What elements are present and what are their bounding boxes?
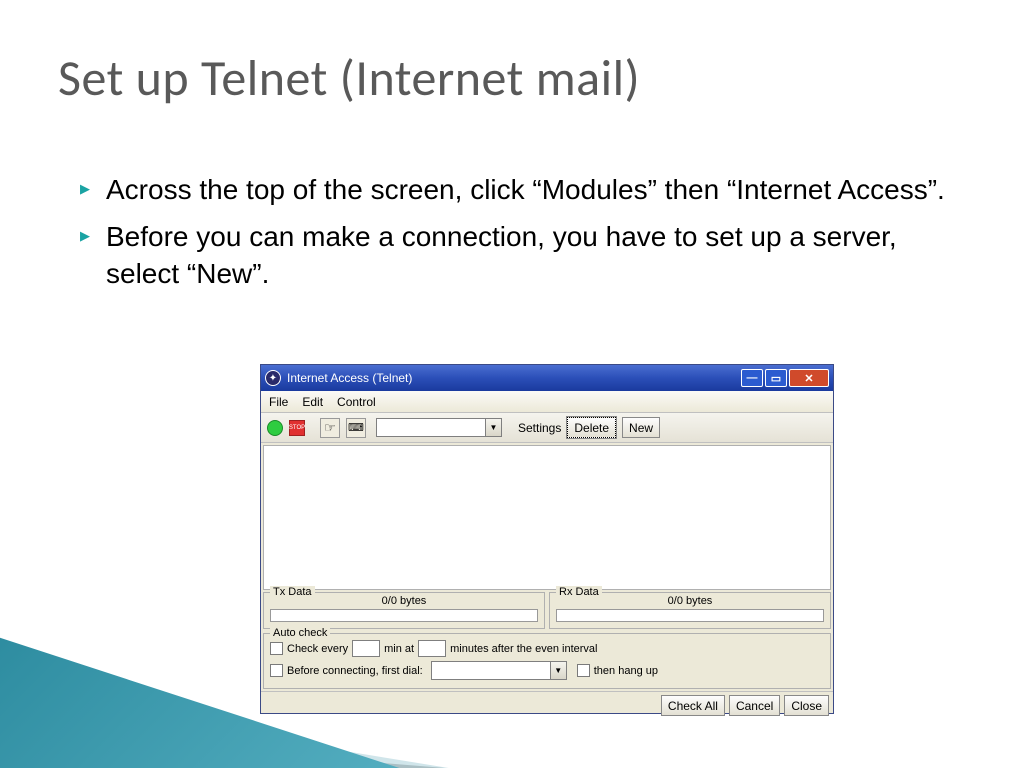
- tx-data-group: Tx Data 0/0 bytes: [263, 592, 545, 629]
- then-hangup-checkbox[interactable]: [577, 664, 590, 677]
- before-dial-label: Before connecting, first dial:: [287, 665, 423, 677]
- check-every-checkbox[interactable]: [270, 642, 283, 655]
- slide-title: Set up Telnet (Internet mail): [58, 48, 640, 109]
- interval-min-input[interactable]: [352, 640, 380, 657]
- check-every-label: Check every: [287, 643, 348, 655]
- app-window: ✦ Internet Access (Telnet) — ▭ ✕ File Ed…: [260, 364, 834, 714]
- tx-legend: Tx Data: [270, 586, 315, 598]
- rx-data-group: Rx Data 0/0 bytes: [549, 592, 831, 629]
- menu-file[interactable]: File: [269, 395, 288, 409]
- maximize-button[interactable]: ▭: [765, 369, 787, 387]
- close-bottom-button[interactable]: Close: [784, 695, 829, 716]
- bottom-bar: Check All Cancel Close: [261, 691, 833, 719]
- rx-progress: [556, 609, 824, 622]
- tx-progress: [270, 609, 538, 622]
- before-dial-checkbox[interactable]: [270, 664, 283, 677]
- bullet-item: Before you can make a connection, you ha…: [80, 219, 960, 303]
- bullet-item: Across the top of the screen, click “Mod…: [80, 172, 960, 219]
- dial-combo[interactable]: ▼: [431, 661, 567, 680]
- after-label: minutes after the even interval: [450, 643, 597, 655]
- menubar: File Edit Control: [261, 391, 833, 413]
- hand-icon[interactable]: ☞: [320, 418, 340, 438]
- cancel-button[interactable]: Cancel: [729, 695, 780, 716]
- close-button[interactable]: ✕: [789, 369, 829, 387]
- keyboard-icon[interactable]: ⌨: [346, 418, 366, 438]
- content-area: [263, 445, 831, 590]
- rx-legend: Rx Data: [556, 586, 602, 598]
- window-title: Internet Access (Telnet): [287, 371, 741, 385]
- minimize-button[interactable]: —: [741, 369, 763, 387]
- server-combo[interactable]: ▼: [376, 418, 502, 437]
- go-icon[interactable]: [267, 420, 283, 436]
- autocheck-legend: Auto check: [270, 627, 330, 639]
- chevron-down-icon[interactable]: ▼: [486, 418, 502, 437]
- new-button[interactable]: New: [622, 417, 660, 438]
- then-hangup-label: then hang up: [594, 665, 658, 677]
- min-at-label: min at: [384, 643, 414, 655]
- app-icon: ✦: [265, 370, 281, 386]
- check-all-button[interactable]: Check All: [661, 695, 725, 716]
- autocheck-group: Auto check Check every min at minutes af…: [263, 633, 831, 689]
- toolbar: STOP ☞ ⌨ ▼ Settings Delete New: [261, 413, 833, 443]
- dial-input[interactable]: [431, 661, 551, 680]
- stop-icon[interactable]: STOP: [289, 420, 305, 436]
- slide-body: Across the top of the screen, click “Mod…: [80, 172, 960, 303]
- settings-button[interactable]: Settings: [518, 421, 561, 435]
- menu-control[interactable]: Control: [337, 395, 376, 409]
- server-input[interactable]: [376, 418, 486, 437]
- chevron-down-icon[interactable]: ▼: [551, 661, 567, 680]
- menu-edit[interactable]: Edit: [302, 395, 323, 409]
- delete-button[interactable]: Delete: [567, 417, 616, 438]
- interval-offset-input[interactable]: [418, 640, 446, 657]
- titlebar[interactable]: ✦ Internet Access (Telnet) — ▭ ✕: [261, 365, 833, 391]
